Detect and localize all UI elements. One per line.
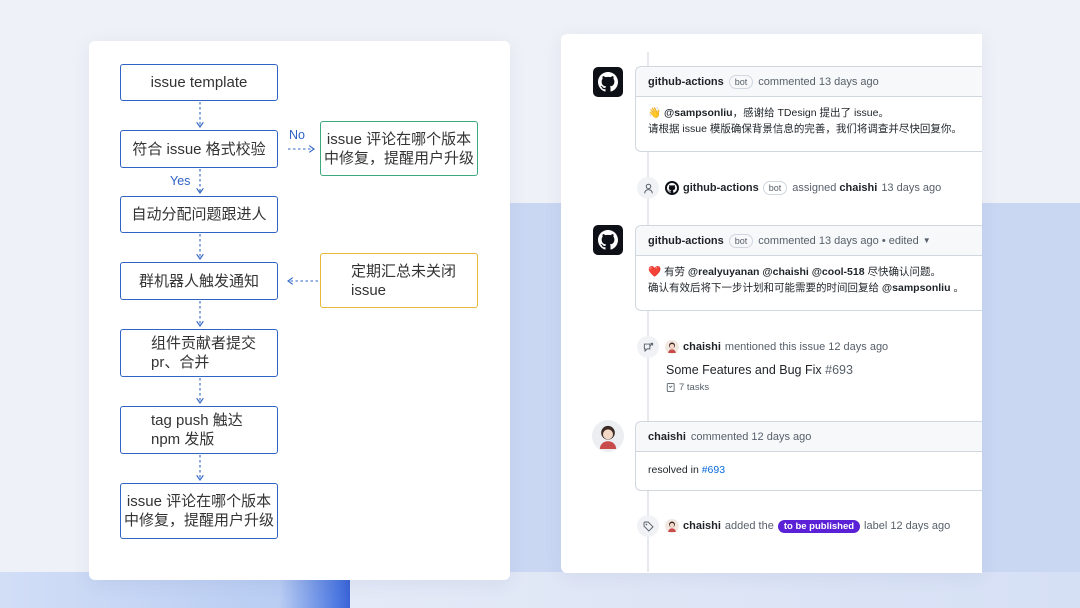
flow-node-label: 自动分配问题跟进人 <box>131 206 267 223</box>
flow-node-label: 定期汇总未关闭 issue <box>351 262 457 299</box>
issue-link[interactable]: #693 <box>702 464 725 476</box>
comment-author[interactable]: chaishi <box>648 431 686 443</box>
event-target[interactable]: chaishi <box>839 182 877 194</box>
comment-text: 有劳 <box>664 266 685 278</box>
event-verb: added the <box>724 520 774 532</box>
comment-github-actions-1: github-actions bot commented 13 days ago… <box>635 66 982 152</box>
cross-reference-icon-glyph <box>643 342 653 352</box>
issue-timeline-card: github-actions bot commented 13 days ago… <box>561 34 982 573</box>
referenced-pr-number[interactable]: #693 <box>825 363 853 377</box>
comment-text: ，感谢给 TDesign 提出了 issue。 <box>732 107 889 119</box>
comment-meta[interactable]: commented 13 days ago • edited <box>758 235 918 247</box>
task-count: 7 tasks <box>679 382 710 393</box>
comment-github-actions-2: github-actions bot commented 13 days ago… <box>635 225 982 311</box>
issue-flow-card: No Yes issue template 符合 issue 格式校验 自动分配… <box>89 41 510 580</box>
comment-body: resolved in #693 <box>636 452 982 486</box>
github-actions-avatar[interactable] <box>593 225 623 255</box>
event-assigned: github-actions bot assigned chaishi 13 d… <box>637 177 941 199</box>
comment-header: chaishi commented 12 days ago <box>636 422 982 452</box>
flow-node-bot-notify: 群机器人触发通知 <box>120 262 278 300</box>
referenced-pr-tasks: 7 tasks <box>666 382 709 393</box>
bot-badge: bot <box>728 233 754 248</box>
event-labeled: chaishi added the to be published label … <box>637 515 950 537</box>
flow-node-issue-template: issue template <box>120 64 278 101</box>
event-actor[interactable]: github-actions <box>683 182 759 194</box>
comment-text: 确认有效后将下一步计划和可能需要的时间回复给 <box>648 282 879 294</box>
comment-line-2: 确认有效后将下一步计划和可能需要的时间回复给 @sampsonliu 。 <box>648 280 982 296</box>
comment-body: 👋 @sampsonliu，感谢给 TDesign 提出了 issue。 请根据… <box>636 97 982 145</box>
tag-icon-glyph <box>643 521 654 532</box>
edge-label-no: No <box>289 128 305 142</box>
user-mentions[interactable]: @realyuyanan @chaishi @cool-518 <box>688 266 865 278</box>
event-text: mentioned this issue 12 days ago <box>724 341 889 353</box>
comment-author[interactable]: github-actions <box>648 235 724 247</box>
cross-reference-icon <box>637 336 659 358</box>
tag-icon <box>637 515 659 537</box>
event-actor[interactable]: chaishi <box>683 520 721 532</box>
github-mark-icon <box>598 72 618 92</box>
chaishi-mini-avatar[interactable] <box>665 340 679 354</box>
edited-chevron-down-icon[interactable]: ▼ <box>923 236 931 245</box>
comment-chaishi: chaishi commented 12 days ago resolved i… <box>635 421 982 491</box>
flow-node-format-check: 符合 issue 格式校验 <box>120 130 278 168</box>
flow-node-label: 群机器人触发通知 <box>138 272 259 290</box>
heart-emoji: ❤️ <box>648 266 662 278</box>
flow-node-label: issue 评论在哪个版本 中修复，提醒用户升级 <box>123 493 274 529</box>
comment-text: 尽快确认问题。 <box>867 266 941 278</box>
comment-meta[interactable]: commented 13 days ago <box>758 76 878 88</box>
event-mentioned: chaishi mentioned this issue 12 days ago <box>637 336 888 358</box>
flow-side-comment-fix-version: issue 评论在哪个版本 中修复，提醒用户升级 <box>320 121 478 176</box>
flow-node-tag-push: tag push 触达 npm 发版 <box>120 406 278 454</box>
flow-node-assign-owner: 自动分配问题跟进人 <box>120 196 278 233</box>
chaishi-avatar[interactable] <box>592 420 624 452</box>
referenced-pr-title[interactable]: Some Features and Bug Fix #693 <box>666 363 853 377</box>
comment-body: ❤️ 有劳 @realyuyanan @chaishi @cool-518 尽快… <box>636 256 982 304</box>
flow-node-label: issue template <box>150 74 248 91</box>
user-avatar-glyph <box>599 425 617 449</box>
person-icon-glyph <box>643 183 653 193</box>
github-actions-avatar[interactable] <box>593 67 623 97</box>
bot-badge: bot <box>762 181 788 195</box>
flow-node-comment-fix-version: issue 评论在哪个版本 中修复，提醒用户升级 <box>120 483 278 539</box>
event-verb: assigned <box>792 182 837 194</box>
user-avatar-glyph <box>668 342 676 353</box>
flow-node-label: 符合 issue 格式校验 <box>132 140 266 158</box>
comment-line-2: 请根据 issue 模版确保背景信息的完善，我们将调查并尽快回复你。 <box>648 123 962 135</box>
github-actions-mini-avatar[interactable] <box>665 181 679 195</box>
flow-node-label: tag push 触达 npm 发版 <box>151 412 243 448</box>
github-mark-icon <box>667 183 677 193</box>
flow-node-submit-pr: 组件贡献者提交 pr、合并 <box>120 329 278 377</box>
referenced-pr-name[interactable]: Some Features and Bug Fix <box>666 363 822 377</box>
comment-line-1: ❤️ 有劳 @realyuyanan @chaishi @cool-518 尽快… <box>648 264 982 280</box>
comment-text: resolved in <box>648 464 699 476</box>
comment-line-1: 👋 @sampsonliu，感谢给 TDesign 提出了 issue。 <box>648 105 982 121</box>
checklist-icon <box>666 383 675 392</box>
comment-header: github-actions bot commented 13 days ago <box>636 67 982 97</box>
flow-node-label: issue 评论在哪个版本 中修复，提醒用户升级 <box>323 130 474 167</box>
event-actor[interactable]: chaishi <box>683 341 721 353</box>
edge-label-yes: Yes <box>170 174 191 188</box>
user-avatar-glyph <box>668 521 676 532</box>
bot-badge: bot <box>728 74 754 89</box>
flow-node-label: 组件贡献者提交 pr、合并 <box>151 335 257 371</box>
github-mark-icon <box>598 230 618 250</box>
event-time[interactable]: 13 days ago <box>881 182 941 194</box>
comment-author[interactable]: github-actions <box>648 76 724 88</box>
flow-side-weekly-summary: 定期汇总未关闭 issue <box>320 253 478 308</box>
event-suffix: label 12 days ago <box>864 520 951 532</box>
comment-text: 。 <box>953 282 964 294</box>
user-mention[interactable]: @sampsonliu <box>882 282 951 294</box>
person-icon <box>637 177 659 199</box>
user-mention[interactable]: @sampsonliu <box>664 107 733 119</box>
chaishi-mini-avatar[interactable] <box>665 519 679 533</box>
comment-meta[interactable]: commented 12 days ago <box>691 431 811 443</box>
label-to-be-published[interactable]: to be published <box>777 519 861 533</box>
comment-header: github-actions bot commented 13 days ago… <box>636 226 982 256</box>
wave-emoji: 👋 <box>648 107 662 119</box>
